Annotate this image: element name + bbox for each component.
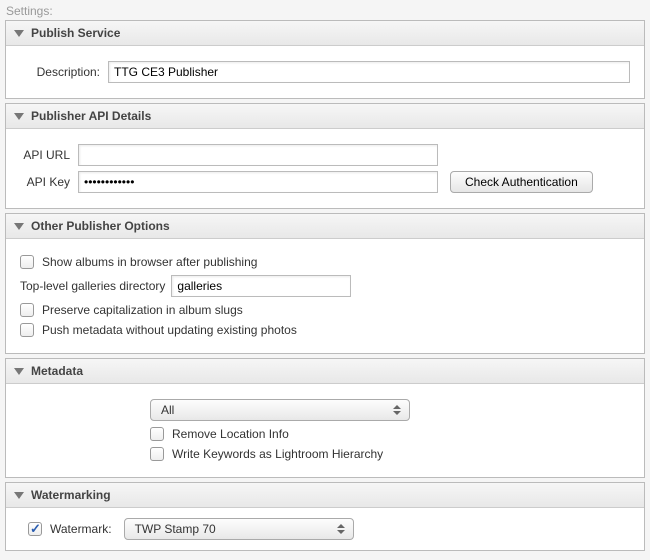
panel-body-metadata: All Remove Location Info Write Keywords … [6,384,644,477]
watermark-label: Watermark: [50,522,112,536]
write-keywords-checkbox[interactable] [150,447,164,461]
panel-header-other-options[interactable]: Other Publisher Options [6,214,644,239]
panel-header-publish-service[interactable]: Publish Service [6,21,644,46]
watermark-checkbox[interactable] [28,522,42,536]
description-label: Description: [20,65,100,79]
settings-container: Publish Service Description: Publisher A… [0,20,650,560]
disclosure-triangle-icon [14,30,24,37]
panel-body-api-details: API URL API Key Check Authentication [6,129,644,208]
panel-header-metadata[interactable]: Metadata [6,359,644,384]
api-key-input[interactable] [78,171,438,193]
watermark-select[interactable]: TWP Stamp 70 [124,518,354,540]
api-key-label: API Key [20,175,70,189]
metadata-select-value: All [161,403,174,417]
top-galleries-label: Top-level galleries directory [20,279,165,293]
panel-header-api-details[interactable]: Publisher API Details [6,104,644,129]
panel-body-publish-service: Description: [6,46,644,98]
updown-arrows-icon [337,524,345,534]
metadata-select[interactable]: All [150,399,410,421]
preserve-caps-label: Preserve capitalization in album slugs [42,303,243,317]
check-authentication-button[interactable]: Check Authentication [450,171,593,193]
disclosure-triangle-icon [14,492,24,499]
panel-header-watermarking[interactable]: Watermarking [6,483,644,508]
panel-watermarking: Watermarking Watermark: TWP Stamp 70 [5,482,645,551]
remove-location-checkbox[interactable] [150,427,164,441]
show-albums-checkbox[interactable] [20,255,34,269]
api-url-label: API URL [20,148,70,162]
panel-publish-service: Publish Service Description: [5,20,645,99]
push-metadata-label: Push metadata without updating existing … [42,323,297,337]
watermark-select-value: TWP Stamp 70 [135,522,216,536]
write-keywords-label: Write Keywords as Lightroom Hierarchy [172,447,383,461]
panel-title: Watermarking [31,488,111,502]
panel-title: Publish Service [31,26,120,40]
show-albums-label: Show albums in browser after publishing [42,255,257,269]
preserve-caps-checkbox[interactable] [20,303,34,317]
disclosure-triangle-icon [14,113,24,120]
panel-body-watermarking: Watermark: TWP Stamp 70 [6,508,644,550]
panel-metadata: Metadata All Remove Location Info Write … [5,358,645,478]
updown-arrows-icon [393,405,401,415]
push-metadata-checkbox[interactable] [20,323,34,337]
disclosure-triangle-icon [14,223,24,230]
panel-title: Metadata [31,364,83,378]
settings-header-label: Settings: [0,0,650,20]
panel-body-other-options: Show albums in browser after publishing … [6,239,644,353]
panel-title: Publisher API Details [31,109,151,123]
top-galleries-input[interactable] [171,275,351,297]
description-input[interactable] [108,61,630,83]
panel-api-details: Publisher API Details API URL API Key Ch… [5,103,645,209]
panel-title: Other Publisher Options [31,219,170,233]
disclosure-triangle-icon [14,368,24,375]
remove-location-label: Remove Location Info [172,427,289,441]
panel-other-options: Other Publisher Options Show albums in b… [5,213,645,354]
api-url-input[interactable] [78,144,438,166]
